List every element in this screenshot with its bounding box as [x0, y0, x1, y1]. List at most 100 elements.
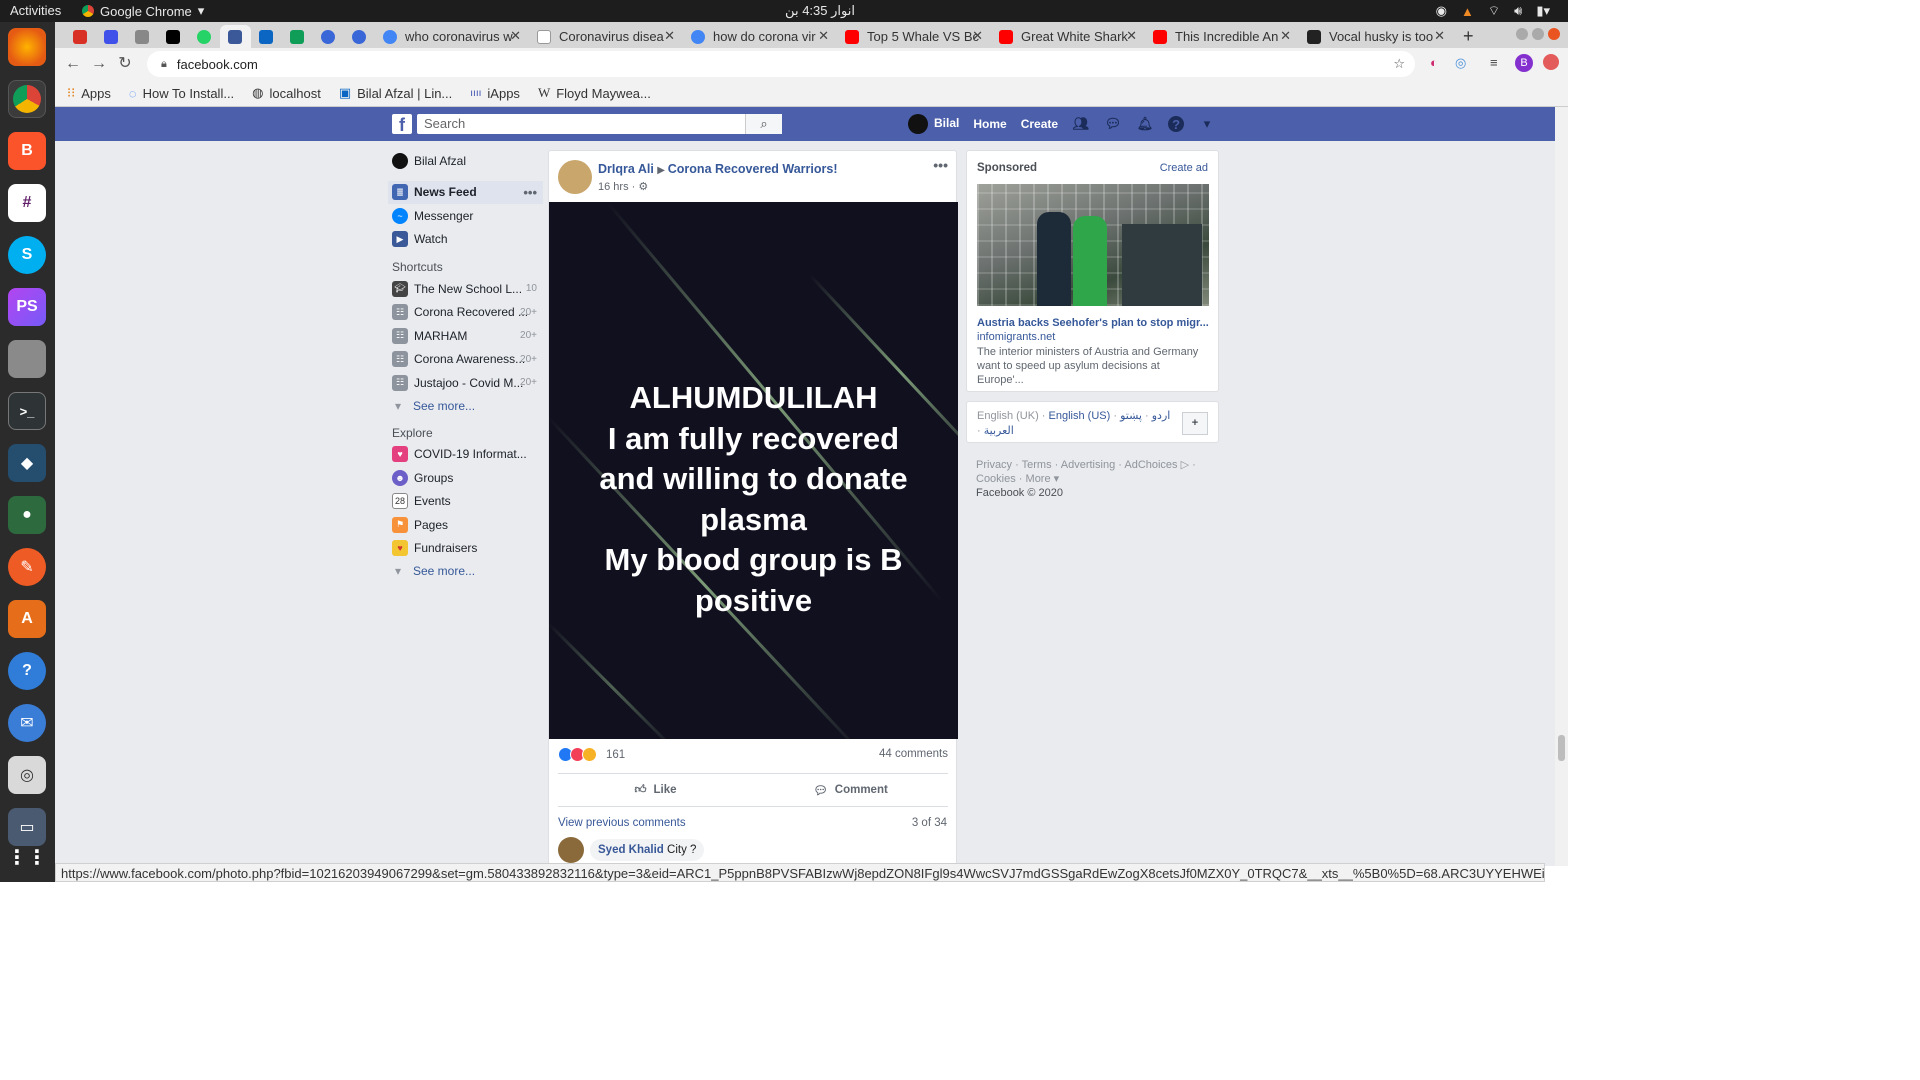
- brave-icon[interactable]: B: [8, 132, 46, 170]
- explore-item-events[interactable]: 28 Events: [388, 490, 543, 514]
- slack-icon[interactable]: #: [8, 184, 46, 222]
- extension-icon-1[interactable]: ◐: [1430, 55, 1438, 70]
- tab-jira[interactable]: [96, 25, 127, 48]
- tab-dev[interactable]: [158, 25, 189, 48]
- tab-youtube-1[interactable]: Top 5 Whale VS Bc ✕: [837, 25, 987, 48]
- scrollbar-thumb[interactable]: [1558, 735, 1565, 761]
- create-ad-link[interactable]: Create ad: [1160, 162, 1208, 174]
- bookmark-iapps[interactable]: ıııı iApps: [470, 86, 520, 101]
- like-button[interactable]: 👍︎ Like: [558, 774, 753, 806]
- reload-icon[interactable]: ↻: [115, 54, 135, 74]
- thunderbird-icon[interactable]: ✉: [8, 704, 46, 742]
- audience-icon[interactable]: ⚙: [638, 181, 648, 193]
- help-icon[interactable]: ?: [8, 652, 46, 690]
- ad-title-link[interactable]: Austria backs Seehofer's plan to stop mi…: [977, 317, 1209, 329]
- close-tab-icon[interactable]: ✕: [1434, 28, 1445, 44]
- show-apps-icon[interactable]: ⋮⋮: [7, 838, 47, 876]
- update-icon[interactable]: [1543, 54, 1559, 70]
- group-link[interactable]: Corona Recovered Warriors!: [668, 162, 838, 176]
- tab-sheets[interactable]: [282, 25, 313, 48]
- minimize-button[interactable]: [1516, 28, 1528, 40]
- tab-google-search-1[interactable]: who coronavirus w ✕: [375, 25, 525, 48]
- explore-see-more[interactable]: See more...: [388, 560, 543, 582]
- friend-requests-icon[interactable]: 👥︎: [1072, 115, 1090, 133]
- tab-youtube-3[interactable]: This Incredible An ✕: [1145, 25, 1295, 48]
- forward-icon[interactable]: →: [89, 54, 109, 74]
- close-tab-icon[interactable]: ✕: [1126, 28, 1137, 44]
- author-avatar[interactable]: [558, 160, 592, 194]
- author-link[interactable]: DrIqra Ali: [598, 162, 654, 176]
- footer-link[interactable]: Privacy: [976, 459, 1012, 471]
- sidebar-profile[interactable]: Bilal Afzal: [388, 149, 543, 173]
- search-input[interactable]: Search: [417, 114, 782, 134]
- tab-pocket[interactable]: [127, 25, 158, 48]
- terminal-icon[interactable]: >_: [8, 392, 46, 430]
- language-option[interactable]: العربية: [984, 425, 1014, 437]
- close-tab-icon[interactable]: ✕: [818, 28, 829, 44]
- page-scrollbar[interactable]: [1555, 107, 1568, 866]
- tab-google-search-2[interactable]: how do corona vir ✕: [683, 25, 833, 48]
- tab-husky[interactable]: Vocal husky is too ✕: [1299, 25, 1449, 48]
- software-center-icon[interactable]: A: [8, 600, 46, 638]
- address-bar[interactable]: 🔒︎ facebook.com ☆: [147, 51, 1415, 77]
- skype-icon[interactable]: S: [8, 236, 46, 274]
- add-language-button[interactable]: +: [1182, 412, 1208, 435]
- firefox-icon[interactable]: [8, 28, 46, 66]
- tab-globe-2[interactable]: [344, 25, 375, 48]
- new-tab-button[interactable]: +: [1455, 25, 1479, 48]
- postman-icon[interactable]: ✎: [8, 548, 46, 586]
- post-options-icon[interactable]: •••: [933, 157, 948, 173]
- shortcuts-see-more[interactable]: See more...: [388, 395, 543, 417]
- reactions-summary[interactable]: 161: [558, 747, 625, 762]
- ad-domain[interactable]: infomigrants.net: [977, 331, 1055, 343]
- vlc-icon[interactable]: ▲: [1461, 4, 1474, 19]
- sidebar-item-messenger[interactable]: ~ Messenger: [388, 204, 543, 228]
- footer-link[interactable]: AdChoices: [1124, 459, 1177, 471]
- close-window-button[interactable]: [1548, 28, 1560, 40]
- bookmark-how-to-install[interactable]: ◌ How To Install...: [129, 86, 234, 101]
- star-icon[interactable]: ☆: [1393, 56, 1405, 72]
- footer-link[interactable]: Terms: [1022, 459, 1052, 471]
- notifications-icon[interactable]: 🔔︎: [1136, 115, 1154, 133]
- robo3t-icon[interactable]: ●: [8, 496, 46, 534]
- reading-list-icon[interactable]: ≡: [1490, 55, 1498, 70]
- search-icon[interactable]: ⌕: [745, 114, 782, 134]
- chrome-dock-icon[interactable]: [8, 80, 46, 118]
- mysql-workbench-icon[interactable]: ◆: [8, 444, 46, 482]
- language-option[interactable]: English (US): [1049, 410, 1111, 422]
- language-option[interactable]: اردو: [1152, 410, 1171, 422]
- clock[interactable]: انوار 4:35 بن: [760, 3, 880, 19]
- bookmark-apps[interactable]: ⁝⁝ Apps: [67, 85, 111, 101]
- ad-image[interactable]: [977, 184, 1209, 306]
- comment-count-link[interactable]: 44 comments: [879, 748, 948, 760]
- facebook-logo-icon[interactable]: f: [392, 114, 412, 135]
- create-link[interactable]: Create: [1021, 117, 1058, 131]
- tab-youtube-2[interactable]: Great White Shark ✕: [991, 25, 1141, 48]
- maximize-button[interactable]: [1532, 28, 1544, 40]
- sidebar-item-news-feed[interactable]: ≣ News Feed •••: [388, 180, 543, 204]
- commenter-name[interactable]: Syed Khalid: [598, 844, 664, 856]
- close-tab-icon[interactable]: ✕: [510, 28, 521, 44]
- shortcut-item[interactable]: ☷ Justajoo - Covid M... 20+: [388, 371, 543, 395]
- activities-button[interactable]: Activities: [10, 3, 61, 18]
- extension-icon-2[interactable]: ◎: [1455, 55, 1466, 71]
- explore-item-pages[interactable]: ⚑ Pages: [388, 513, 543, 537]
- files-icon[interactable]: [8, 340, 46, 378]
- footer-link[interactable]: Cookies: [976, 473, 1016, 485]
- commenter-avatar[interactable]: [558, 837, 584, 863]
- explore-item-fundraisers[interactable]: ♥ Fundraisers: [388, 537, 543, 561]
- tab-gmail[interactable]: [65, 25, 96, 48]
- profile-link[interactable]: Bilal: [908, 114, 959, 134]
- close-tab-icon[interactable]: ✕: [972, 28, 983, 44]
- tab-whatsapp[interactable]: [189, 25, 220, 48]
- speaker-icon[interactable]: ◎: [8, 756, 46, 794]
- help-icon[interactable]: ?: [1168, 116, 1185, 132]
- footer-link[interactable]: More: [1026, 473, 1051, 485]
- language-option[interactable]: English (UK): [977, 410, 1039, 422]
- home-link[interactable]: Home: [973, 117, 1006, 131]
- explore-item-covid[interactable]: ♥ COVID-19 Informat...: [388, 443, 543, 467]
- app-menu[interactable]: Google Chrome ▾: [82, 3, 204, 19]
- profile-avatar[interactable]: B: [1515, 54, 1533, 72]
- volume-icon[interactable]: 🔊︎: [1514, 3, 1522, 19]
- shortcut-item[interactable]: ☷ MARHAM 20+: [388, 324, 543, 348]
